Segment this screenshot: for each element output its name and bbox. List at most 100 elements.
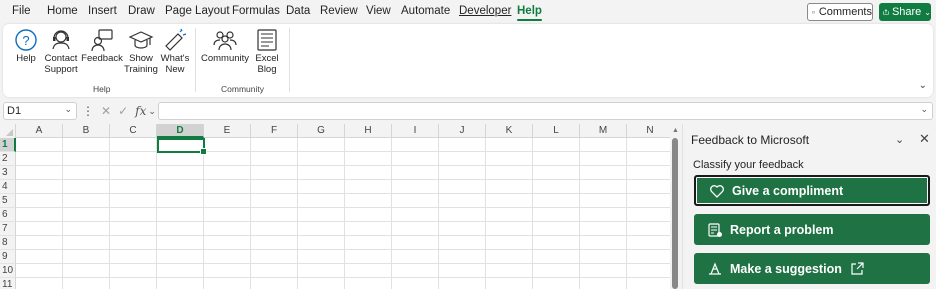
column-header-e[interactable]: E — [204, 124, 251, 138]
column-header-m[interactable]: M — [580, 124, 627, 138]
external-link-icon — [851, 261, 864, 275]
row-header-5[interactable]: 5 — [0, 194, 16, 208]
column-header-b[interactable]: B — [63, 124, 110, 138]
give-compliment-label: Give a compliment — [732, 183, 844, 198]
share-icon — [883, 9, 889, 15]
help-group-label: Help — [93, 84, 111, 94]
heart-icon — [710, 184, 724, 198]
lightbulb-icon — [709, 261, 721, 275]
tab-view[interactable]: View — [366, 5, 391, 17]
row-header-6[interactable]: 6 — [0, 208, 16, 222]
news-icon — [257, 29, 277, 51]
column-header-h[interactable]: H — [345, 124, 392, 138]
contact-label-line1: Contact — [44, 53, 78, 64]
column-header-f[interactable]: F — [251, 124, 298, 138]
show-training-button[interactable]: Show Training — [124, 27, 158, 75]
select-all-button[interactable] — [0, 124, 16, 138]
close-icon[interactable]: ✕ — [919, 131, 930, 147]
worksheet-grid[interactable]: A B C D E F G H I J K L M N 1 2 3 4 5 6 7 8 9 10 11 — [0, 124, 670, 289]
help-label: Help — [16, 53, 36, 64]
group-divider — [195, 28, 196, 92]
headset-icon — [52, 30, 70, 50]
comments-label: Comments — [818, 6, 872, 18]
column-header-a[interactable]: A — [16, 124, 63, 138]
column-header-g[interactable]: G — [298, 124, 345, 138]
help-button[interactable]: ? Help — [12, 27, 40, 64]
share-button[interactable]: Share ⌄ — [879, 3, 931, 21]
column-header-n[interactable]: N — [627, 124, 670, 138]
tab-page-layout[interactable]: Page Layout — [165, 5, 230, 17]
tab-home[interactable]: Home — [47, 5, 78, 17]
comments-button[interactable]: Comments — [807, 3, 873, 21]
scrollbar-thumb[interactable] — [672, 138, 678, 289]
scroll-up-icon[interactable]: ▲ — [672, 127, 679, 134]
row-header-9[interactable]: 9 — [0, 250, 16, 264]
whats-new-label-line1: What's — [160, 53, 190, 64]
tab-draw[interactable]: Draw — [128, 5, 155, 17]
megaphone-icon — [165, 28, 187, 51]
feedback-icon — [91, 29, 113, 52]
cell-area[interactable] — [16, 138, 670, 289]
pane-title: Feedback to Microsoft — [691, 133, 810, 147]
comment-icon — [812, 10, 815, 14]
expand-formula-chevron-icon[interactable]: ⌄ — [920, 104, 928, 115]
enter-icon[interactable]: ✓ — [118, 104, 128, 118]
pane-subtitle: Classify your feedback — [693, 159, 804, 171]
tab-data[interactable]: Data — [286, 5, 310, 17]
more-options-icon[interactable]: ⋮ — [82, 104, 94, 118]
chevron-down-icon: ⌄ — [924, 7, 931, 17]
chevron-down-icon[interactable]: ⌄ — [148, 106, 156, 117]
whats-new-label-line2: New — [165, 64, 185, 75]
column-header-j[interactable]: J — [439, 124, 486, 138]
tab-formulas[interactable]: Formulas — [232, 5, 280, 17]
give-compliment-button[interactable]: Give a compliment — [694, 175, 930, 206]
row-header-4[interactable]: 4 — [0, 180, 16, 194]
report-problem-button[interactable]: Report a problem — [694, 214, 930, 245]
column-header-c[interactable]: C — [110, 124, 157, 138]
people-icon — [213, 31, 237, 51]
row-header-10[interactable]: 10 — [0, 264, 16, 278]
report-icon — [708, 222, 722, 237]
menu-bar: File Home Insert Draw Page Layout Formul… — [0, 0, 936, 24]
tab-automate[interactable]: Automate — [401, 5, 450, 17]
row-header-11[interactable]: 11 — [0, 278, 16, 289]
column-header-k[interactable]: K — [486, 124, 533, 138]
excel-blog-label-line2: Blog — [257, 64, 277, 75]
whats-new-button[interactable]: What's New — [160, 27, 190, 75]
row-header-1[interactable]: 1 — [0, 138, 16, 152]
contact-support-button[interactable]: Contact Support — [43, 27, 79, 75]
share-label: Share — [891, 6, 922, 18]
row-header-3[interactable]: 3 — [0, 166, 16, 180]
svg-text:?: ? — [22, 33, 29, 48]
row-header-2[interactable]: 2 — [0, 152, 16, 166]
tab-help[interactable]: Help — [517, 5, 542, 21]
insert-function-button[interactable]: fx — [135, 104, 146, 118]
ribbon: ? Help Contact Support Feedback Show Tra… — [3, 24, 933, 97]
tab-file[interactable]: File — [12, 5, 31, 17]
formula-controls: ⋮ ✕ ✓ fx ⌄ — [80, 102, 156, 120]
ribbon-collapse-chevron-icon[interactable]: ⌄ — [919, 80, 927, 91]
column-header-l[interactable]: L — [533, 124, 580, 138]
training-label-line1: Show — [129, 53, 153, 64]
vertical-scrollbar[interactable]: ▲ — [670, 124, 680, 289]
column-header-i[interactable]: I — [392, 124, 439, 138]
excel-blog-button[interactable]: Excel Blog — [254, 27, 280, 75]
formula-input[interactable]: ⌄ — [158, 102, 933, 120]
tab-review[interactable]: Review — [320, 5, 358, 17]
row-header-7[interactable]: 7 — [0, 222, 16, 236]
community-group-label: Community — [221, 84, 264, 94]
active-cell-d1[interactable] — [157, 138, 207, 155]
tab-insert[interactable]: Insert — [88, 5, 117, 17]
make-suggestion-button[interactable]: Make a suggestion — [694, 253, 930, 284]
pane-options-chevron-icon[interactable]: ⌄ — [895, 133, 904, 146]
tab-developer[interactable]: Developer — [459, 5, 511, 17]
community-button[interactable]: Community — [201, 27, 249, 64]
name-box[interactable]: D1 ⌄ — [3, 102, 77, 120]
contact-label-line2: Support — [44, 64, 78, 75]
cancel-icon[interactable]: ✕ — [101, 104, 111, 118]
community-label: Community — [200, 53, 250, 64]
chevron-down-icon[interactable]: ⌄ — [64, 104, 72, 115]
row-header-8[interactable]: 8 — [0, 236, 16, 250]
column-header-d[interactable]: D — [157, 124, 204, 138]
feedback-button[interactable]: Feedback — [81, 27, 123, 64]
